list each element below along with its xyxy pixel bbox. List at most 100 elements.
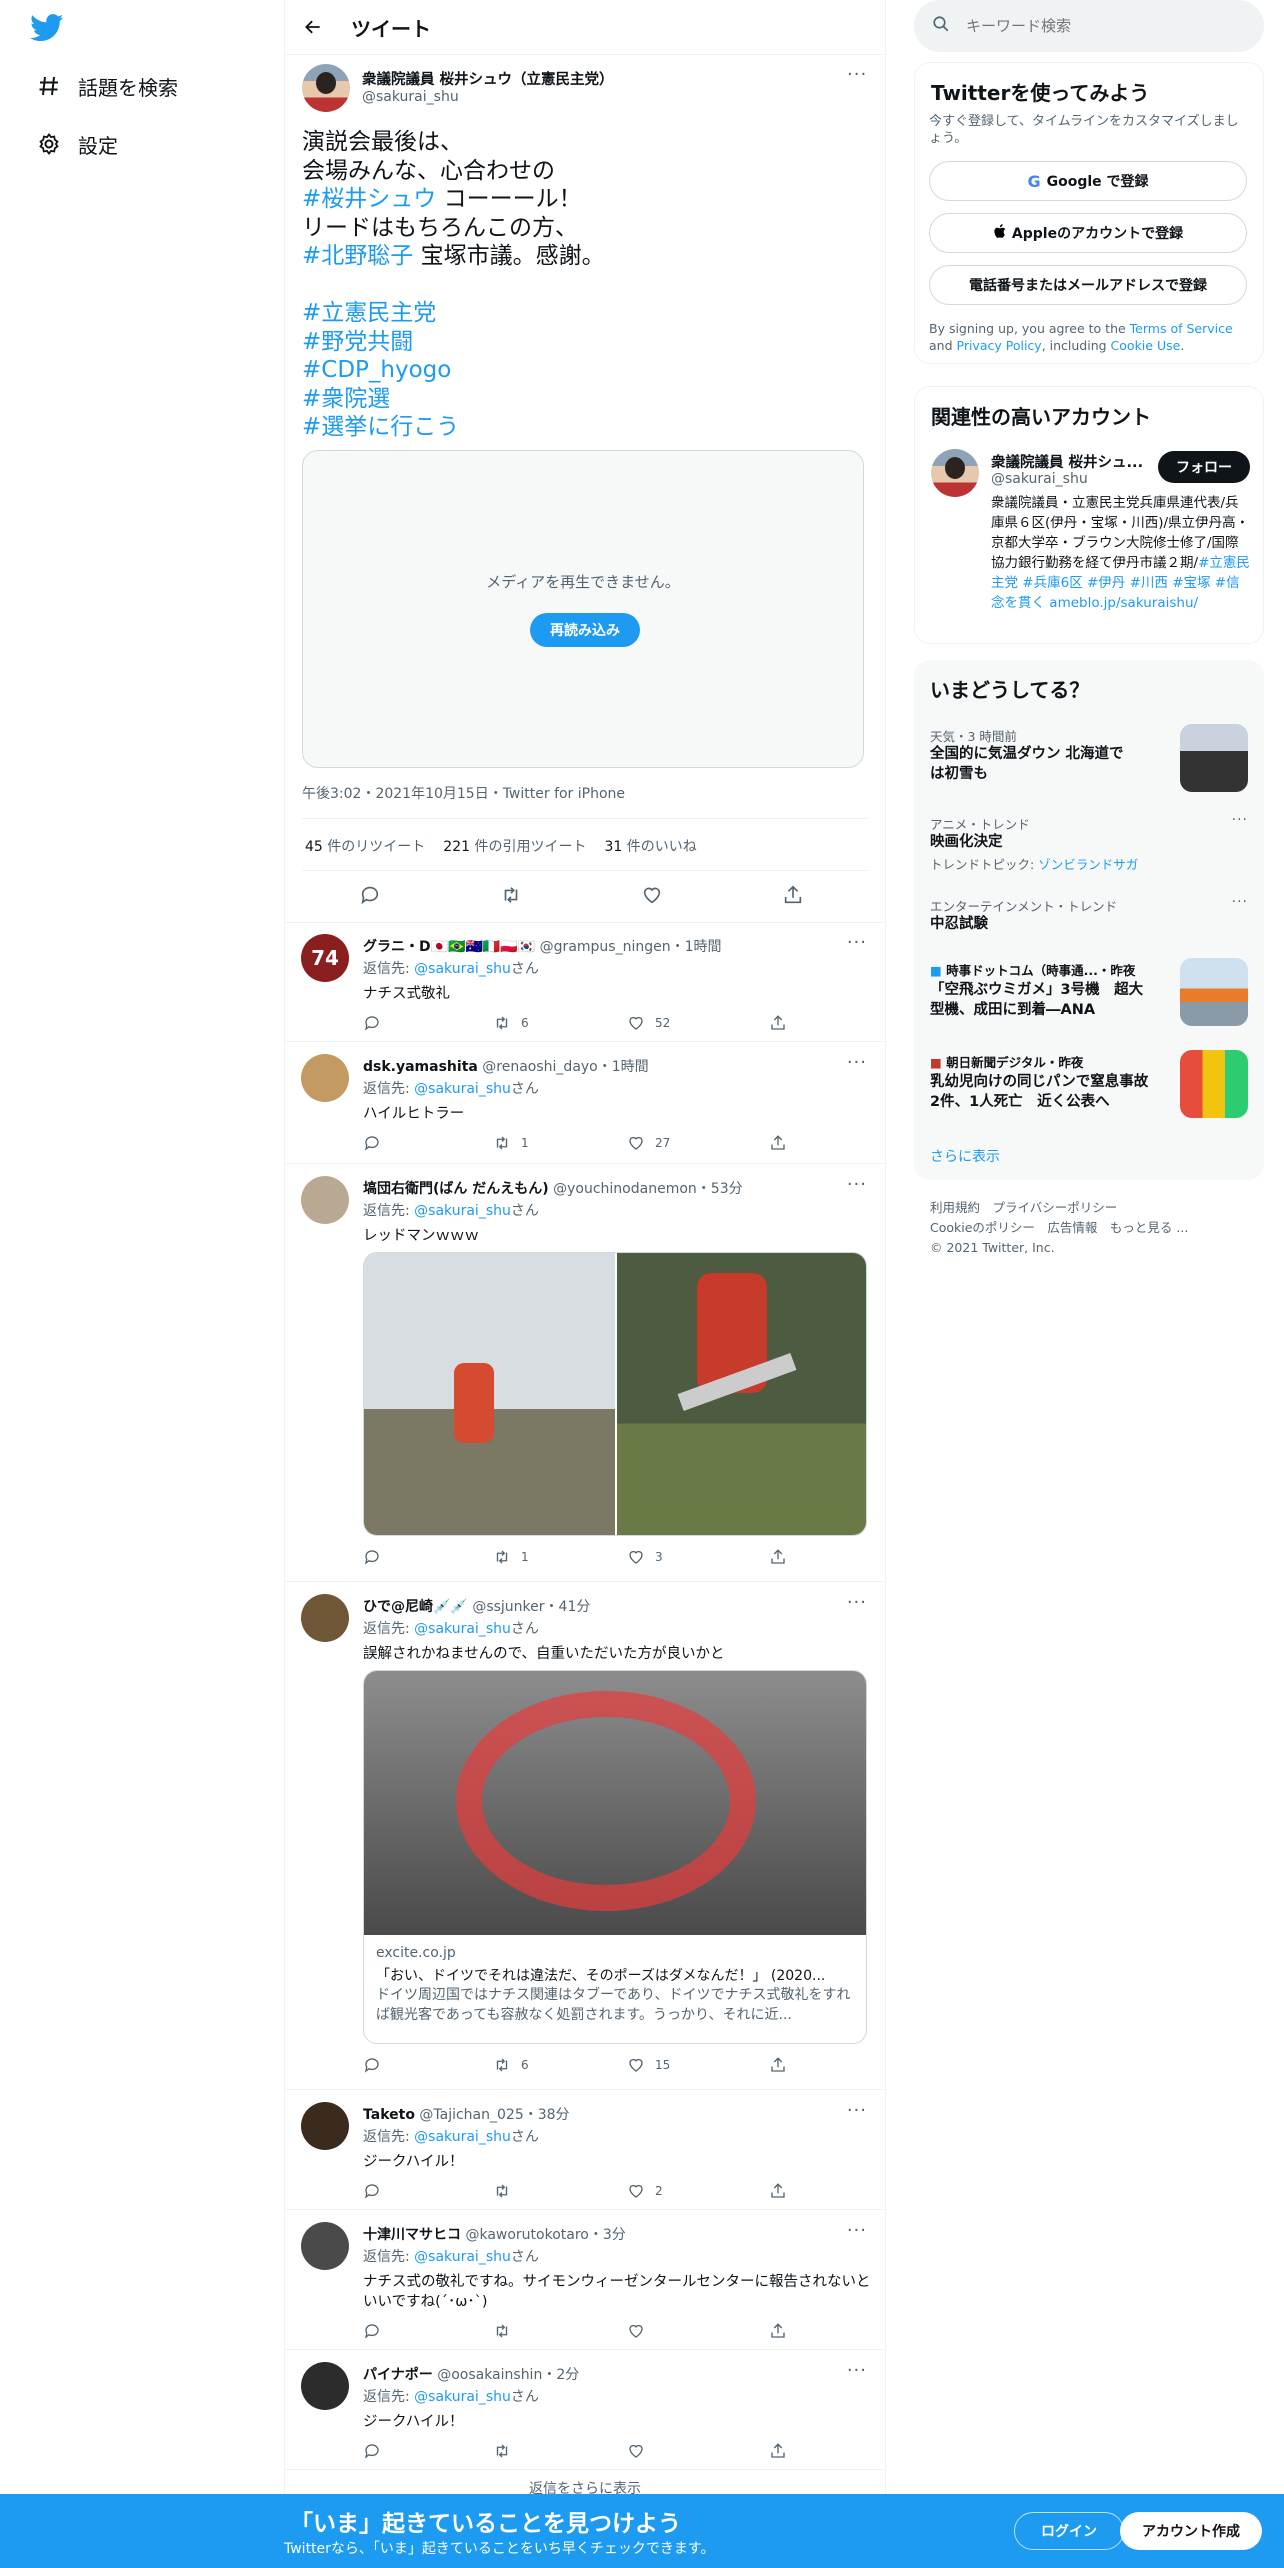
more-icon[interactable]: ··· [847,1592,867,1613]
share-icon[interactable] [769,2056,797,2074]
google-signup-button[interactable]: G Google で登録 [929,161,1247,201]
reply-author-handle[interactable]: @youchinodanemon [553,1181,697,1197]
like-icon[interactable] [627,2322,655,2340]
reply-icon[interactable] [363,2182,391,2200]
reply-time[interactable]: ・53分 [697,1181,743,1197]
photo[interactable] [617,1253,866,1535]
more-icon[interactable]: ··· [847,64,867,85]
reply-time[interactable]: ・1時間 [671,939,722,955]
trend-item[interactable]: 天気・3 時間前 全国的に気温ダウン 北海道では初雪も [914,722,1264,802]
more-icon[interactable]: ··· [847,2360,867,2381]
retweet-icon[interactable] [493,2322,521,2340]
tweet-timestamp[interactable]: 午後3:02・2021年10月15日・Twitter for iPhone [302,783,625,803]
author-name[interactable]: 衆議院議員 桜井シュウ（立憲民主党） [362,68,614,89]
reply-icon[interactable] [363,2442,391,2460]
share-icon[interactable] [769,2442,797,2460]
like-icon[interactable]: 15 [627,2056,670,2074]
reply-tweet[interactable]: dsk.yamashita @renaoshi_dayo・1時間 ··· 返信先: … [285,1042,885,1164]
show-more-link[interactable]: さらに表示 [930,1146,1000,1166]
more-icon[interactable]: ··· [1232,812,1248,828]
retweet-icon[interactable] [493,2182,521,2200]
like-icon[interactable]: 52 [627,1014,670,1032]
hashtag-link[interactable]: #北野聡子 [302,243,413,269]
retweet-icon[interactable] [493,2442,521,2460]
reply-author-handle[interactable]: @kaworutokotaro [465,2227,588,2243]
more-icon[interactable]: ··· [847,932,867,953]
retweet-icon[interactable]: 6 [493,1014,529,1032]
reply-icon[interactable] [363,1548,391,1566]
related-avatar[interactable] [931,449,979,497]
reply-time[interactable]: ・1時間 [598,1059,649,1075]
reply-tweet[interactable]: 74 グラニ・D🇯🇵🇧🇷🇦🇺🇮🇹🇵🇱🇰🇷 @grampus_ningen・1時間 ·… [285,922,885,1042]
photo[interactable] [364,1253,615,1535]
related-handle[interactable]: @sakurai_shu [991,471,1088,487]
reply-icon[interactable] [363,1134,391,1152]
twitter-bird-icon[interactable] [30,14,66,44]
reply-author-name[interactable]: 塙団右衛門(ばん だんえもん) [363,1181,549,1197]
like-icon[interactable] [641,884,663,910]
reply-author-handle[interactable]: @renaoshi_dayo [482,1059,597,1075]
more-icon[interactable]: ··· [847,1174,867,1195]
link-card[interactable]: excite.co.jp 「おい、ドイツでそれは違法だ、そのポーズはダメなんだ！」… [363,1670,867,2044]
reply-avatar[interactable] [301,2362,349,2410]
reply-time[interactable]: ・41分 [545,1599,591,1615]
signup-button[interactable]: アカウント作成 [1120,2512,1262,2550]
terms-link[interactable]: Terms of Service [1130,321,1233,336]
reply-author-handle[interactable]: @oosakainshin [437,2367,542,2383]
reply-author-name[interactable]: パイナポー [363,2367,433,2383]
hashtag-link[interactable]: #選挙に行こう [302,414,459,440]
reply-time[interactable]: ・2分 [542,2367,579,2383]
reply-avatar[interactable]: 74 [301,934,349,982]
retweet-icon[interactable] [500,884,522,910]
share-icon[interactable] [769,2322,797,2340]
more-icon[interactable]: ··· [847,2220,867,2241]
trend-item[interactable]: エンターテインメント・トレンド ··· 中忍試験 [914,892,1264,942]
cookie-link[interactable]: Cookie Use [1111,338,1181,353]
reply-icon[interactable] [363,1014,391,1032]
retweet-icon[interactable]: 1 [493,1548,529,1566]
reply-time[interactable]: ・3分 [589,2227,626,2243]
reply-author-name[interactable]: 十津川マサヒコ [363,2227,461,2243]
arrow-left-icon[interactable] [299,13,327,41]
like-icon[interactable]: 27 [627,1134,670,1152]
reply-icon[interactable] [363,2056,391,2074]
reply-author-handle[interactable]: @ssjunker [472,1599,544,1615]
reply-avatar[interactable] [301,2222,349,2270]
reply-tweet[interactable]: パイナポー @oosakainshin・2分 ··· 返信先: @sakurai_s… [285,2350,885,2470]
apple-signup-button[interactable]: Appleのアカウントで登録 [929,213,1247,253]
reply-avatar[interactable] [301,1054,349,1102]
reply-time[interactable]: ・38分 [524,2107,570,2123]
nav-settings[interactable]: 設定 [36,124,118,164]
reply-author-handle[interactable]: @grampus_ningen [540,939,671,955]
share-icon[interactable] [769,2182,797,2200]
more-icon[interactable]: ··· [1232,894,1248,910]
nav-explore[interactable]: 話題を検索 [36,66,178,106]
reply-icon[interactable] [363,2322,391,2340]
share-icon[interactable] [769,1548,797,1566]
reply-author-name[interactable]: グラニ・D [363,939,431,955]
more-icon[interactable]: ··· [847,2100,867,2121]
reply-icon[interactable] [359,884,381,910]
more-icon[interactable]: ··· [847,1052,867,1073]
reply-avatar[interactable] [301,1594,349,1642]
hashtag-link[interactable]: #CDP_hyogo [302,357,451,383]
reply-tweet[interactable]: ひで@尼崎💉💉 @ssjunker・41分 ··· 返信先: @sakurai_sh… [285,1582,885,2090]
hashtag-link[interactable]: #野党共闘 [302,329,413,355]
author-avatar[interactable] [302,64,350,112]
reply-avatar[interactable] [301,1176,349,1224]
reply-author-handle[interactable]: @Tajichan_025 [419,2107,523,2123]
reply-author-name[interactable]: dsk.yamashita [363,1059,478,1075]
like-count[interactable]: 31 件のいいね [604,836,696,856]
trend-item[interactable]: ■ 時事ドットコム（時事通...・昨夜 「空飛ぶウミガメ」3号機 超大型機、成田… [914,956,1264,1040]
related-name[interactable]: 衆議院議員 桜井シュ... [991,451,1143,472]
like-icon[interactable] [627,2442,655,2460]
hashtag-link[interactable]: #衆院選 [302,386,390,412]
reply-media[interactable] [363,1252,867,1536]
like-icon[interactable]: 2 [627,2182,663,2200]
share-icon[interactable] [769,1014,797,1032]
reply-author-name[interactable]: Taketo [363,2107,415,2123]
hashtag-link[interactable]: #桜井シュウ [302,186,436,212]
hashtag-link[interactable]: #立憲民主党 [302,300,436,326]
search-bar[interactable] [914,0,1264,52]
reply-tweet[interactable]: 十津川マサヒコ @kaworutokotaro・3分 ··· 返信先: @sakur… [285,2210,885,2350]
